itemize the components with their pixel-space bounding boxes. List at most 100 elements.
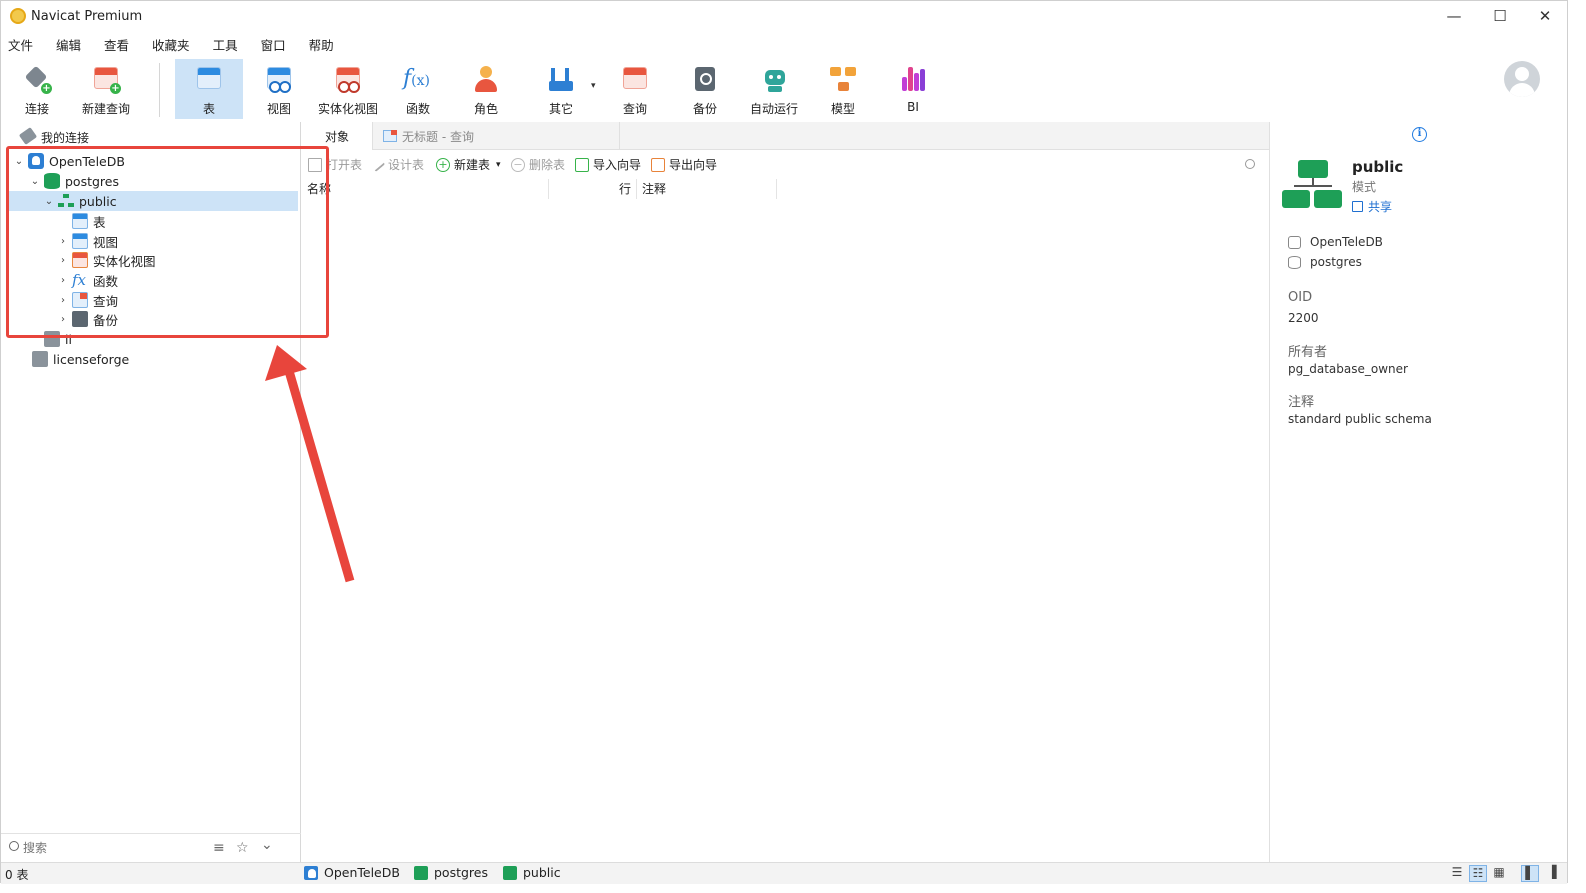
status-schema: public: [503, 865, 561, 880]
status-database: postgres: [414, 865, 488, 880]
toolbar-automation-button[interactable]: 自动运行: [747, 59, 801, 119]
toolbar-materialized-view-button[interactable]: 实体化视图: [314, 59, 382, 119]
new-query-icon: +: [91, 64, 121, 94]
pencil-icon: [370, 157, 386, 172]
table-icon: [194, 64, 224, 94]
import-icon: [575, 157, 589, 172]
object-count: 0 表: [5, 868, 29, 882]
nav-search-bar: ≡ ☆ ⌄: [1, 833, 301, 861]
my-connections-header[interactable]: 我的连接: [41, 129, 89, 146]
info-connection: OpenTeleDB: [1288, 235, 1383, 249]
plus-icon: +: [436, 157, 450, 172]
tab-untitled-query[interactable]: 无标题 - 查询: [372, 122, 620, 150]
comment-label: 注释: [1288, 395, 1315, 410]
export-wizard-button[interactable]: 导出向导: [651, 156, 717, 173]
database-icon: [414, 865, 428, 880]
schema-icon: [503, 865, 517, 880]
oid-value: 2200: [1288, 311, 1319, 325]
toolbar-bi-button[interactable]: BI: [891, 59, 935, 119]
toolbar-function-button[interactable]: f(x) 函数: [397, 59, 439, 119]
toolbar-query-button[interactable]: 查询: [613, 59, 657, 119]
info-pane: i public 模式 共享 OpenTeleDB postgres OID 2…: [1269, 122, 1569, 862]
export-icon: [651, 157, 665, 172]
window-title: Navicat Premium: [31, 9, 143, 24]
object-pane: 对象 无标题 - 查询 打开表 设计表 + 新建表 ▾ − 删除表 导入向导 导…: [302, 122, 1269, 862]
menu-tools[interactable]: 工具: [206, 35, 238, 55]
delete-table-button[interactable]: − 删除表: [511, 156, 565, 173]
toolbar-backup-button[interactable]: 备份: [683, 59, 727, 119]
minus-icon: −: [511, 157, 525, 172]
column-name-header[interactable]: 名称: [302, 179, 549, 199]
others-icon: [546, 64, 576, 94]
share-link[interactable]: 共享: [1352, 198, 1392, 215]
toolbar-view-button[interactable]: 视图: [257, 59, 301, 119]
database-icon: [1288, 255, 1301, 269]
oid-label: OID: [1288, 290, 1313, 305]
list-view-icon[interactable]: ☰: [1448, 865, 1466, 882]
title-bar: Navicat Premium — ☐ ✕: [1, 1, 1567, 33]
status-bar: 0 表 OpenTeleDB postgres public ☰ ☷ ▦ ▌ ▐: [1, 862, 1567, 884]
close-button[interactable]: ✕: [1522, 1, 1568, 31]
menu-help[interactable]: 帮助: [302, 35, 334, 55]
postgresql-icon: [304, 865, 318, 880]
share-icon: [1352, 201, 1363, 212]
tree-connection-licenseforge[interactable]: licenseforge: [17, 349, 129, 369]
import-wizard-button[interactable]: 导入向导: [575, 156, 641, 173]
object-grid-header: 名称 行 注释: [302, 179, 1269, 199]
bi-icon: [898, 64, 928, 94]
detail-view-icon[interactable]: ☷: [1469, 865, 1487, 882]
search-icon: [9, 841, 19, 851]
schema-icon: [1282, 160, 1342, 212]
connection-icon: [32, 351, 48, 367]
menu-view[interactable]: 查看: [97, 35, 129, 55]
object-type: 模式: [1352, 180, 1377, 194]
search-icon[interactable]: [1245, 159, 1255, 169]
menu-window[interactable]: 窗口: [254, 35, 286, 55]
toolbar-role-button[interactable]: 角色: [465, 59, 507, 119]
query-icon: [383, 130, 397, 142]
collapse-icon[interactable]: ⌄: [261, 837, 273, 853]
new-table-dropdown-icon[interactable]: ▾: [496, 160, 501, 170]
design-table-button[interactable]: 设计表: [370, 156, 424, 173]
annotation-highlight-box: [6, 146, 329, 338]
tab-bar: 对象 无标题 - 查询: [302, 122, 1269, 150]
minimize-button[interactable]: —: [1431, 1, 1477, 31]
maximize-button[interactable]: ☐: [1477, 1, 1523, 31]
materialized-view-icon: [333, 64, 363, 94]
toolbar-new-query-button[interactable]: + 新建查询: [77, 59, 135, 119]
function-icon: f(x): [403, 66, 430, 91]
owner-value: pg_database_owner: [1288, 362, 1408, 376]
toolbar-table-button[interactable]: 表: [175, 59, 243, 119]
menu-favorites[interactable]: 收藏夹: [145, 35, 190, 55]
menu-bar: 文件 编辑 查看 收藏夹 工具 窗口 帮助: [1, 35, 350, 55]
toggle-nav-pane-icon[interactable]: ▌: [1521, 865, 1539, 882]
user-avatar[interactable]: [1504, 61, 1540, 97]
column-rows-header[interactable]: 行: [549, 179, 637, 199]
connections-icon: [18, 127, 38, 145]
info-database: postgres: [1288, 255, 1362, 269]
comment-value: standard public schema: [1288, 412, 1432, 426]
connection-icon: +: [22, 64, 52, 94]
others-dropdown-icon[interactable]: ▾: [591, 81, 596, 91]
favorite-star-icon[interactable]: ☆: [236, 840, 249, 856]
menu-edit[interactable]: 编辑: [49, 35, 81, 55]
toolbar-separator: [159, 63, 160, 117]
toolbar-model-button[interactable]: 模型: [821, 59, 865, 119]
toolbar-others-button[interactable]: 其它: [537, 59, 585, 119]
info-icon[interactable]: i: [1412, 127, 1427, 142]
object-toolbar: 打开表 设计表 + 新建表 ▾ − 删除表 导入向导 导出向导: [302, 153, 1269, 177]
query-icon: [620, 64, 650, 94]
toggle-info-pane-icon[interactable]: ▐: [1543, 865, 1561, 882]
main-toolbar: + 连接 + 新建查询 表 视图 实体化视图 f(x) 函数 角色 其它 ▾ 查…: [1, 57, 1567, 121]
new-table-button[interactable]: + 新建表 ▾: [436, 156, 501, 173]
postgresql-icon: [1288, 235, 1301, 249]
menu-file[interactable]: 文件: [1, 35, 33, 55]
status-connection: OpenTeleDB: [304, 865, 400, 880]
filter-icon[interactable]: ≡: [213, 840, 225, 856]
model-icon: [828, 64, 858, 94]
toolbar-connection-button[interactable]: + 连接: [13, 59, 61, 119]
nav-search-input[interactable]: [23, 838, 183, 858]
grid-view-icon[interactable]: ▦: [1490, 865, 1508, 882]
view-icon: [264, 64, 294, 94]
column-comment-header[interactable]: 注释: [637, 179, 777, 199]
